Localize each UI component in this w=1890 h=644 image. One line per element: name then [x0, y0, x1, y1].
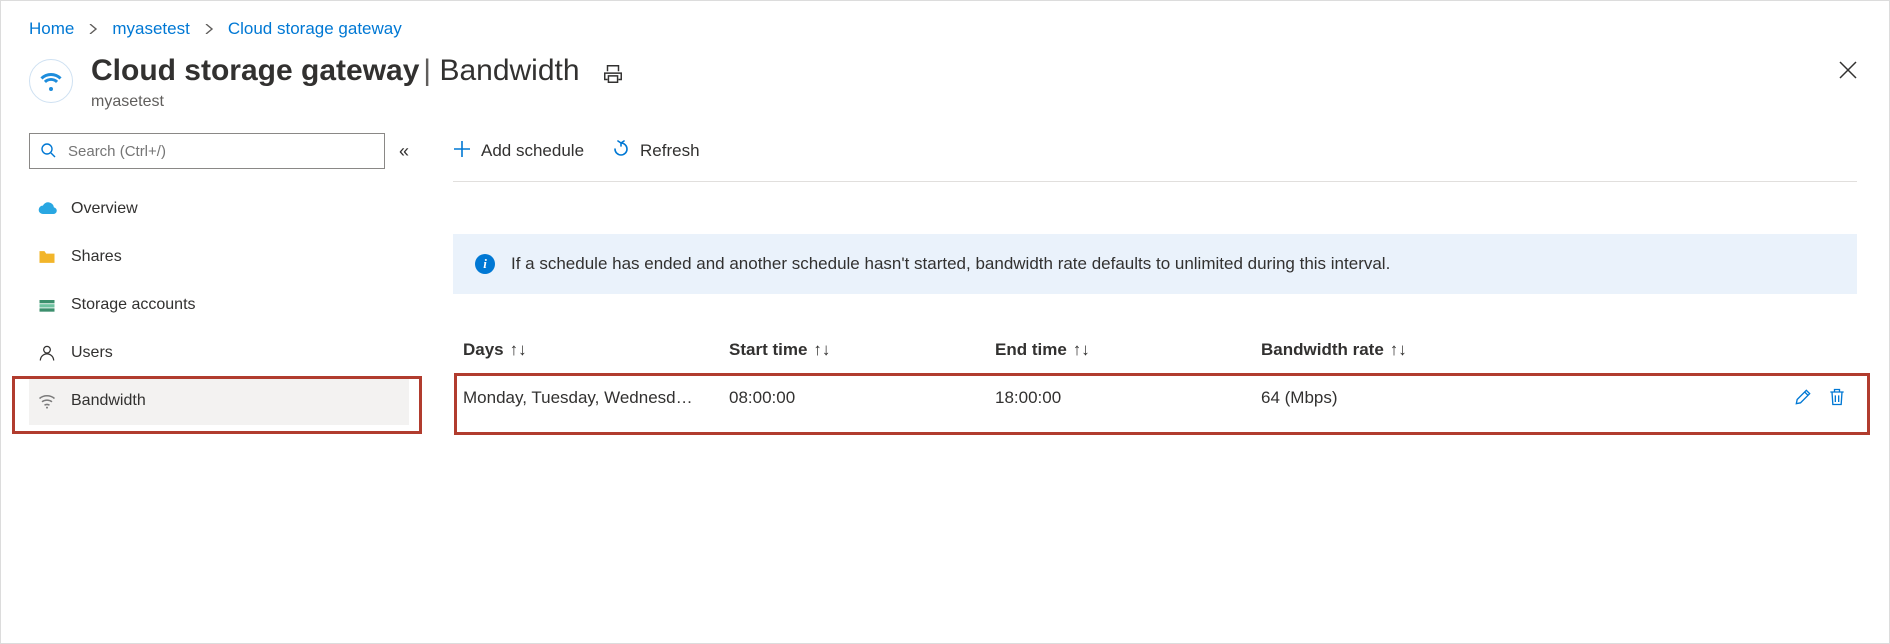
sidebar-item-users[interactable]: Users [29, 329, 409, 377]
wifi-icon [37, 391, 57, 411]
sidebar-item-storage[interactable]: Storage accounts [29, 281, 409, 329]
col-days[interactable]: Days↑↓ [463, 340, 729, 360]
info-icon: i [475, 254, 495, 274]
plus-icon [453, 140, 471, 163]
info-banner: i If a schedule has ended and another sc… [453, 234, 1857, 294]
divider [453, 181, 1857, 182]
folder-icon [37, 247, 57, 267]
sidebar-item-bandwidth[interactable]: Bandwidth [29, 377, 409, 425]
sidebar-item-shares[interactable]: Shares [29, 233, 409, 281]
sidebar-item-label: Shares [71, 248, 122, 266]
sidebar-item-label: Storage accounts [71, 296, 196, 314]
search-input-wrapper[interactable] [29, 133, 385, 169]
breadcrumb-home[interactable]: Home [29, 19, 74, 39]
sidebar-item-label: Bandwidth [71, 392, 146, 410]
close-button[interactable] [1839, 61, 1857, 83]
sidebar-nav: Overview Shares Storage accounts [29, 185, 409, 425]
sidebar-item-overview[interactable]: Overview [29, 185, 409, 233]
breadcrumb-resource[interactable]: myasetest [112, 19, 189, 39]
bandwidth-table: Days↑↓ Start time↑↓ End time↑↓ Bandwidth… [453, 340, 1857, 414]
cell-end: 18:00:00 [995, 388, 1261, 408]
info-text: If a schedule has ended and another sche… [511, 254, 1390, 274]
add-schedule-label: Add schedule [481, 141, 584, 161]
title-separator: | [423, 54, 439, 87]
resource-name: myasetest [91, 93, 580, 111]
add-schedule-button[interactable]: Add schedule [453, 140, 584, 163]
refresh-icon [612, 140, 630, 163]
sort-icon[interactable]: ↑↓ [813, 340, 830, 359]
cell-start: 08:00:00 [729, 388, 995, 408]
sort-icon[interactable]: ↑↓ [1390, 340, 1407, 359]
page-title: Cloud storage gateway [91, 54, 419, 87]
page-subtitle: Bandwidth [439, 54, 579, 87]
refresh-label: Refresh [640, 141, 700, 161]
chevron-right-icon [204, 19, 214, 39]
cell-days: Monday, Tuesday, Wednesd… [463, 388, 729, 408]
edit-icon[interactable] [1793, 387, 1813, 410]
breadcrumb: Home myasetest Cloud storage gateway [29, 19, 1857, 39]
collapse-sidebar-icon[interactable]: « [399, 141, 409, 162]
cloud-icon [37, 199, 57, 219]
col-end[interactable]: End time↑↓ [995, 340, 1261, 360]
print-icon[interactable] [602, 63, 624, 88]
table-header-row: Days↑↓ Start time↑↓ End time↑↓ Bandwidth… [453, 340, 1857, 360]
sort-icon[interactable]: ↑↓ [1073, 340, 1090, 359]
cell-rate: 64 (Mbps) [1261, 388, 1757, 408]
sidebar-item-label: Overview [71, 200, 138, 218]
col-rate[interactable]: Bandwidth rate↑↓ [1261, 340, 1757, 360]
storage-icon [37, 295, 57, 315]
col-start[interactable]: Start time↑↓ [729, 340, 995, 360]
user-icon [37, 343, 57, 363]
chevron-right-icon [88, 19, 98, 39]
wifi-icon [29, 59, 73, 103]
refresh-button[interactable]: Refresh [612, 140, 700, 163]
toolbar: Add schedule Refresh [453, 133, 1857, 169]
delete-icon[interactable] [1827, 387, 1847, 410]
sort-icon[interactable]: ↑↓ [510, 340, 527, 359]
search-icon [40, 142, 56, 161]
search-input[interactable] [66, 142, 374, 161]
sidebar-item-label: Users [71, 344, 113, 362]
table-row[interactable]: Monday, Tuesday, Wednesd… 08:00:00 18:00… [453, 382, 1857, 414]
breadcrumb-page[interactable]: Cloud storage gateway [228, 19, 402, 39]
